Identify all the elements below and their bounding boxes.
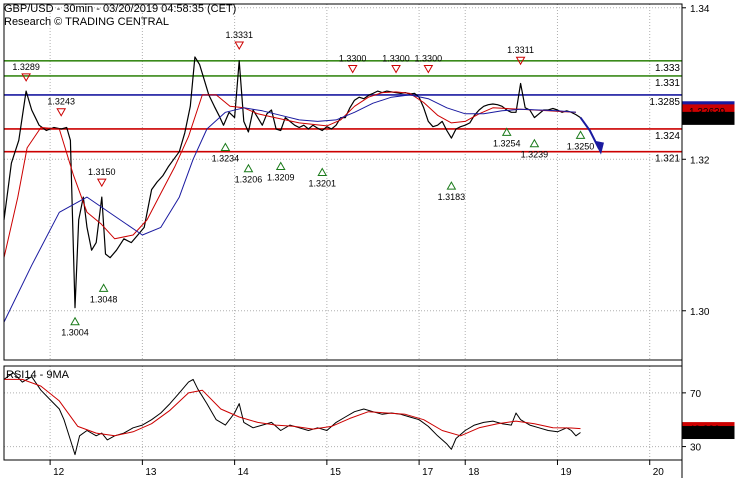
swing-high-marker-icon bbox=[234, 41, 245, 51]
swing-low-marker-icon bbox=[446, 181, 457, 190]
swing-low-marker-icon bbox=[70, 316, 80, 326]
swing-low-marker-icon bbox=[529, 138, 540, 148]
swing-high-label-6: 1.3300 bbox=[415, 54, 443, 64]
projection-arrow-icon bbox=[593, 140, 604, 155]
series-layer bbox=[3, 56, 604, 456]
rsi-y-tick-label-0: 30 bbox=[690, 443, 702, 454]
level-label-1.3285: 1.3285 bbox=[649, 97, 680, 108]
rsi-y-tick-label-1: 70 bbox=[690, 389, 702, 400]
x-tick-label-18: 18 bbox=[468, 467, 480, 478]
price-y-tick-label-1: 1.32 bbox=[690, 155, 710, 166]
x-tick-label-19: 19 bbox=[560, 467, 572, 478]
gbpusd-chart: 1.3331.3311.32851.3241.321 1.32891.32431… bbox=[3, 3, 735, 478]
swing-low-marker-icon bbox=[220, 142, 231, 152]
grid-layer bbox=[4, 4, 682, 460]
swing-high-marker-icon bbox=[347, 65, 358, 74]
level-label-1.333: 1.333 bbox=[655, 63, 680, 74]
swing-high-marker-icon bbox=[423, 65, 434, 74]
level-label-1.324: 1.324 bbox=[655, 131, 680, 142]
rsi-panel-title: RSI14 - 9MA bbox=[6, 369, 70, 381]
axes-layer: 12 13 14 15 17 18 19 20 1.30 1.32 1.34 30 70 RSI14 - … bbox=[3, 3, 710, 478]
swing-low-marker-icon bbox=[243, 163, 254, 173]
swing-high-label-4: 1.3300 bbox=[339, 54, 367, 64]
level-label-1.321: 1.321 bbox=[655, 154, 680, 165]
rsi-panel-frame bbox=[3, 365, 683, 461]
swing-low-label-9: 1.3048 bbox=[90, 294, 118, 304]
swing-low-label-11: 1.3206 bbox=[235, 175, 263, 185]
swing-low-marker-icon bbox=[275, 161, 286, 170]
series-rsi_ma bbox=[4, 378, 581, 437]
swing-low-label-14: 1.3183 bbox=[438, 192, 466, 202]
chart-root: 1.333 1.331 1.3285 1.324 1.321 1.3289 1.3243 1… bbox=[0, 0, 735, 480]
swing-low-label-13: 1.3201 bbox=[308, 179, 336, 189]
x-tick-label-20: 20 bbox=[653, 467, 665, 478]
swing-high-label-2: 1.3150 bbox=[88, 167, 116, 177]
level-label-1.331: 1.331 bbox=[655, 78, 680, 89]
swing-low-label-12: 1.3209 bbox=[267, 172, 295, 182]
swing-high-marker-icon bbox=[56, 108, 67, 117]
swing-high-marker-icon bbox=[96, 178, 107, 188]
price-y-tick-label-2: 1.34 bbox=[690, 4, 710, 15]
series-rsi bbox=[3, 372, 581, 456]
price-y-tick-label-0: 1.30 bbox=[690, 307, 710, 318]
x-tick-label-13: 13 bbox=[145, 467, 157, 478]
swing-low-marker-icon bbox=[98, 283, 109, 292]
swing-low-label-15: 1.3254 bbox=[493, 138, 521, 148]
x-tick-label-15: 15 bbox=[330, 467, 342, 478]
swing-high-label-5: 1.3300 bbox=[382, 54, 410, 64]
swing-low-label-17: 1.3250 bbox=[567, 141, 595, 151]
swing-low-label-8: 1.3004 bbox=[61, 328, 89, 338]
x-tick-label-17: 17 bbox=[422, 467, 434, 478]
swing-high-label-3: 1.3331 bbox=[225, 30, 253, 40]
swing-low-marker-icon bbox=[317, 167, 328, 177]
price-price-tag-label-2: 1.3254 bbox=[689, 114, 720, 125]
chart-source: Research © TRADING CENTRAL bbox=[4, 16, 169, 28]
chart-title: GBP/USD - 30min - 03/20/2019 04:58:35 (C… bbox=[4, 3, 236, 15]
swing-high-marker-icon bbox=[391, 65, 401, 74]
swing-high-label-0: 1.3289 bbox=[12, 62, 40, 72]
swing-low-marker-icon bbox=[575, 130, 586, 139]
swing-low-label-16: 1.3239 bbox=[521, 150, 549, 160]
x-tick-label-14: 14 bbox=[238, 467, 250, 478]
swing-low-label-10: 1.3234 bbox=[212, 154, 240, 164]
swing-high-marker-icon bbox=[21, 73, 32, 82]
x-tick-label-12: 12 bbox=[53, 467, 65, 478]
rsi-price-tag-label-1: 40.462 bbox=[689, 429, 720, 440]
swing-high-label-7: 1.3311 bbox=[507, 45, 534, 55]
swing-high-label-1: 1.3243 bbox=[47, 97, 75, 107]
